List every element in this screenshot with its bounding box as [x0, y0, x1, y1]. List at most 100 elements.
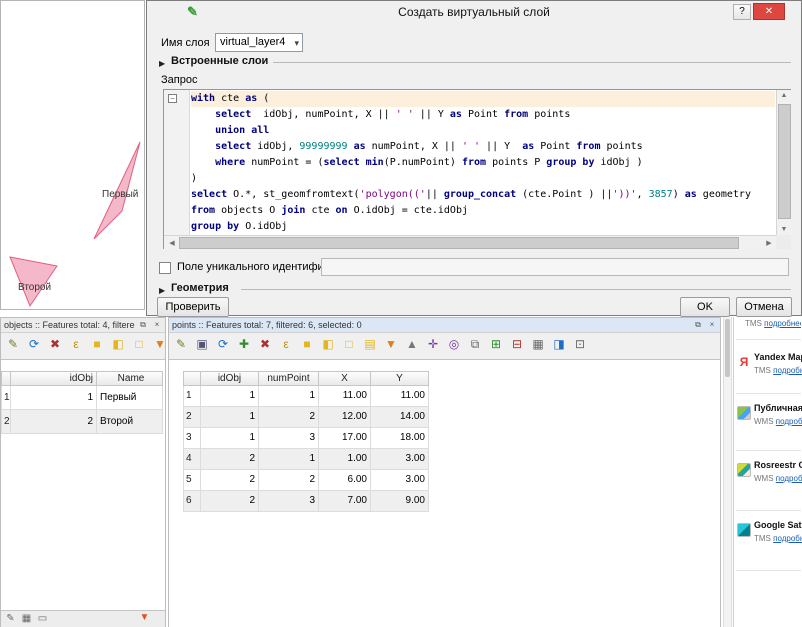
sql-editor[interactable]: − with cte as ( select idObj, numPoint, … [163, 89, 791, 249]
zoom-to-selected-icon[interactable]: ◎ [444, 335, 464, 355]
table-cell[interactable]: 2 [201, 449, 259, 470]
table-row[interactable]: 31317.0018.00 [183, 428, 429, 449]
select-by-expression-icon[interactable]: ε [276, 335, 296, 355]
table-cell[interactable]: Первый [97, 386, 163, 410]
table-cell[interactable]: 11.00 [371, 386, 429, 407]
scroll-left-icon[interactable]: ◀ [165, 239, 179, 247]
save-edits-icon[interactable]: ▣ [192, 335, 212, 355]
sql-line[interactable]: ) [191, 171, 775, 187]
float-panel-icon[interactable]: ⧉ [692, 320, 704, 331]
close-panel-icon[interactable]: × [151, 320, 163, 331]
table-cell[interactable]: Второй [97, 410, 163, 434]
edit-icon[interactable]: ✎ [3, 612, 18, 626]
table-cell[interactable]: 3.00 [371, 449, 429, 470]
move-selection-top-icon[interactable]: ▲ [402, 335, 422, 355]
column-header[interactable]: idObj [201, 371, 259, 386]
editor-vertical-scrollbar[interactable]: ▲ ▼ [776, 90, 791, 235]
table-cell[interactable]: 2 [201, 491, 259, 512]
service-item[interactable]: Google SatTMS подробнее [734, 518, 802, 564]
cancel-button[interactable]: Отмена [736, 297, 792, 317]
service-details-link[interactable]: подробнее [764, 319, 801, 328]
scrollbar-thumb[interactable] [179, 237, 739, 249]
chevron-down-icon[interactable]: ▾ [294, 38, 299, 49]
sql-line[interactable]: from objects O join cte on O.idObj = cte… [191, 203, 775, 219]
copy-icon[interactable]: ⧉ [465, 335, 485, 355]
table-cell[interactable]: 1 [259, 386, 319, 407]
select-by-form-icon[interactable]: ▤ [360, 335, 380, 355]
table-row[interactable]: 4211.003.00 [183, 449, 429, 470]
column-header[interactable]: Y [371, 371, 429, 386]
collapse-arrow-icon[interactable]: ▶ [159, 286, 165, 295]
collapse-arrow-icon[interactable]: ▶ [159, 59, 165, 68]
service-details-link[interactable]: подробнее [776, 474, 802, 483]
table-cell[interactable]: 1.00 [319, 449, 371, 470]
table-row[interactable]: 11111.0011.00 [183, 386, 429, 407]
table-cell[interactable]: 3.00 [371, 470, 429, 491]
table-cell[interactable]: 3 [259, 428, 319, 449]
table-cell[interactable]: 1 [11, 386, 97, 410]
table-cell[interactable]: 12.00 [319, 407, 371, 428]
ok-button[interactable]: OK [680, 297, 730, 317]
invert-selection-icon[interactable]: ◧ [108, 335, 128, 355]
filter-mode-icon[interactable]: ▼ [137, 611, 152, 625]
uid-checkbox[interactable] [159, 262, 171, 274]
row-number[interactable]: 2 [183, 407, 201, 428]
service-details-link[interactable]: подробнее [773, 366, 802, 375]
row-number[interactable]: 3 [183, 428, 201, 449]
row-number[interactable]: 5 [183, 470, 201, 491]
delete-selected-icon[interactable]: ✖ [255, 335, 275, 355]
reload-icon[interactable]: ⟳ [24, 335, 44, 355]
delete-field-icon[interactable]: ⊟ [507, 335, 527, 355]
invert-selection-icon[interactable]: ◧ [318, 335, 338, 355]
help-button[interactable]: ? [733, 4, 751, 20]
table-cell[interactable]: 1 [259, 449, 319, 470]
panel-titlebar[interactable]: objects :: Features total: 4, filtered: … [1, 318, 165, 333]
table-cell[interactable]: 1 [201, 407, 259, 428]
table-cell[interactable]: 1 [201, 428, 259, 449]
dock-icon[interactable]: ⊡ [570, 335, 590, 355]
filter-icon[interactable]: ▼ [381, 335, 401, 355]
scroll-right-icon[interactable]: ▶ [763, 239, 775, 247]
table-cell[interactable]: 11.00 [319, 386, 371, 407]
sql-line[interactable]: select idObj, numPoint, X || ' ' || Y as… [191, 107, 775, 123]
table-row[interactable]: 11Первый [1, 386, 163, 410]
sql-line[interactable]: with cte as ( [191, 91, 775, 107]
field-calculator-icon[interactable]: ▦ [528, 335, 548, 355]
table-cell[interactable]: 6.00 [319, 470, 371, 491]
embedded-layers-section[interactable]: Встроенные слои [171, 55, 268, 67]
table-cell[interactable]: 18.00 [371, 428, 429, 449]
table-cell[interactable]: 14.00 [371, 407, 429, 428]
deselect-all-icon[interactable]: □ [129, 335, 149, 355]
sql-code[interactable]: with cte as ( select idObj, numPoint, X … [191, 91, 775, 235]
sql-line[interactable]: union all [191, 123, 775, 139]
select-by-expression-icon[interactable]: ε [66, 335, 86, 355]
table-cell[interactable]: 2 [11, 410, 97, 434]
sql-line[interactable]: select idObj, 99999999 as numPoint, X ||… [191, 139, 775, 155]
table-cell[interactable]: 2 [201, 470, 259, 491]
float-panel-icon[interactable]: ⧉ [137, 320, 149, 331]
table-row[interactable]: 22Второй [1, 410, 163, 434]
pan-to-selected-icon[interactable]: ✛ [423, 335, 443, 355]
table-row[interactable]: 5226.003.00 [183, 470, 429, 491]
deselect-all-icon[interactable]: □ [339, 335, 359, 355]
close-button[interactable]: ✕ [753, 3, 785, 20]
table-cell[interactable]: 3 [259, 491, 319, 512]
column-header[interactable]: Name [97, 371, 163, 386]
service-details-link[interactable]: подробнее [776, 417, 802, 426]
scrollbar-thumb[interactable] [725, 319, 730, 377]
row-number[interactable]: 4 [183, 449, 201, 470]
service-item[interactable]: Публичная кWMS подробнее [734, 401, 802, 447]
uid-field-input[interactable] [321, 258, 789, 276]
row-number[interactable]: 1 [183, 386, 201, 407]
select-all-icon[interactable]: ■ [87, 335, 107, 355]
dialog-titlebar[interactable]: ✎ Создать виртуальный слой ? ✕ [147, 1, 801, 23]
column-header[interactable]: numPoint [259, 371, 319, 386]
scrollbar-thumb[interactable] [778, 104, 791, 219]
toggle-editing-icon[interactable]: ✎ [171, 335, 191, 355]
table-view-icon[interactable]: ▦ [19, 612, 34, 626]
service-item[interactable]: ЯYandex MapTMS подробнее [734, 350, 802, 396]
form-view-icon[interactable]: ▭ [35, 612, 50, 626]
map-canvas[interactable]: Первый Второй [0, 0, 145, 310]
select-all-icon[interactable]: ■ [297, 335, 317, 355]
column-header[interactable]: idObj [11, 371, 97, 386]
